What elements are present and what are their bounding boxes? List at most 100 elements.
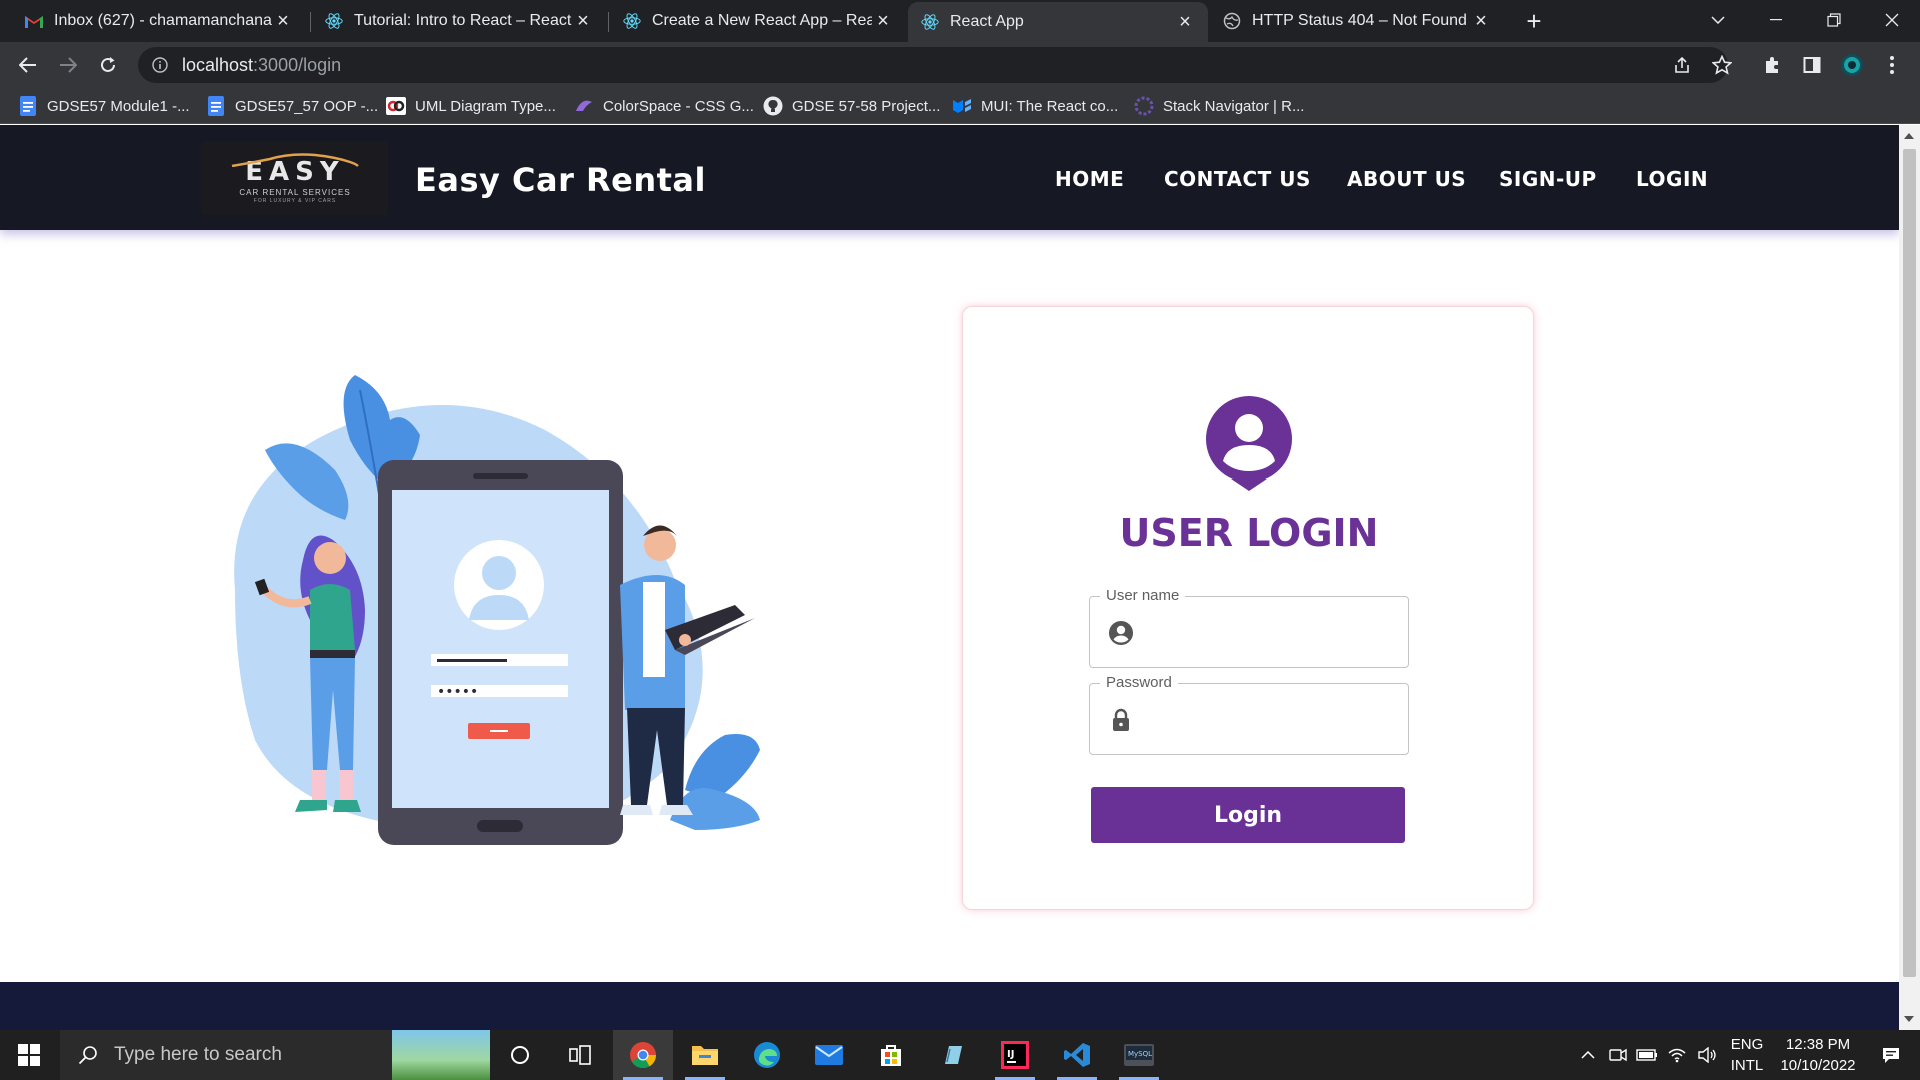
- taskbar-search-box[interactable]: Type here to search: [60, 1030, 490, 1080]
- gmail-icon: [24, 11, 44, 31]
- close-window-button[interactable]: [1864, 0, 1920, 40]
- bookmark-gdse57-module1[interactable]: GDSE57 Module1 -...: [18, 94, 190, 118]
- extensions-icon[interactable]: [1756, 49, 1788, 81]
- close-tab-icon[interactable]: ×: [1174, 11, 1196, 33]
- vp-icon: [386, 96, 406, 116]
- bookmark-gdse57-oop[interactable]: GDSE57_57 OOP -...: [206, 94, 378, 118]
- clock[interactable]: 12:38 PM 10/10/2022: [1770, 1034, 1866, 1076]
- search-icon: [78, 1045, 98, 1065]
- username-input[interactable]: [1148, 611, 1398, 655]
- meet-now-icon[interactable]: [1605, 1030, 1631, 1080]
- close-tab-icon[interactable]: ×: [872, 10, 894, 32]
- mysql-workbench-icon[interactable]: MySQL: [1109, 1030, 1169, 1080]
- mail-icon[interactable]: [799, 1030, 859, 1080]
- windows-start-button[interactable]: [0, 1030, 58, 1080]
- reload-button[interactable]: [92, 49, 124, 81]
- tab-react-tutorial[interactable]: Tutorial: Intro to React – React ×: [314, 0, 604, 42]
- page-scrollbar[interactable]: [1899, 125, 1920, 1030]
- intellij-idea-icon[interactable]: IJ: [985, 1030, 1045, 1080]
- battery-icon[interactable]: [1634, 1030, 1660, 1080]
- close-tab-icon[interactable]: ×: [1470, 10, 1492, 32]
- car-silhouette-icon: [231, 153, 359, 167]
- back-button[interactable]: [12, 49, 44, 81]
- tab-search-icon[interactable]: [1690, 0, 1746, 40]
- chrome-taskbar-icon[interactable]: [613, 1030, 673, 1080]
- url-path: :3000/login: [253, 54, 342, 75]
- bookmark-star-icon[interactable]: [1706, 49, 1738, 81]
- scrollbar-thumb[interactable]: [1903, 149, 1916, 977]
- show-hidden-icons-chevron[interactable]: [1576, 1030, 1600, 1080]
- restore-button[interactable]: [1806, 0, 1862, 40]
- menu-kebab-icon[interactable]: [1876, 49, 1908, 81]
- svg-text:IJ: IJ: [1007, 1049, 1014, 1060]
- scroll-down-arrow-icon[interactable]: [1904, 1016, 1914, 1022]
- microsoft-store-icon[interactable]: [861, 1030, 921, 1080]
- browser-toolbar: localhost:3000/login: [0, 42, 1920, 88]
- bookmark-gdse-project[interactable]: GDSE 57-58 Project...: [763, 94, 940, 118]
- nav-home[interactable]: HOME: [1055, 167, 1124, 191]
- wifi-icon[interactable]: [1664, 1030, 1690, 1080]
- nav-sign-up[interactable]: SIGN-UP: [1499, 167, 1597, 191]
- docs-icon: [206, 96, 226, 116]
- bookmark-uml-diagram[interactable]: UML Diagram Type...: [386, 94, 556, 118]
- tab-http-404[interactable]: HTTP Status 404 – Not Found ×: [1212, 0, 1502, 42]
- bookmark-stack-navigator[interactable]: Stack Navigator | R...: [1134, 94, 1304, 118]
- tab-title: Create a New React App – React: [652, 12, 872, 29]
- tab-title: React App: [950, 13, 1024, 30]
- file-explorer-icon[interactable]: [675, 1030, 735, 1080]
- tab-react-app[interactable]: React App ×: [908, 2, 1208, 42]
- windows-taskbar: Type here to search IJ MySQL ENG INTL 12…: [0, 1030, 1920, 1080]
- close-tab-icon[interactable]: ×: [272, 10, 294, 32]
- nav-login[interactable]: LOGIN: [1636, 167, 1708, 191]
- docs-icon: [18, 96, 38, 116]
- profile-avatar[interactable]: [1836, 49, 1868, 81]
- volume-icon[interactable]: [1694, 1030, 1720, 1080]
- logo-subtitle: CAR RENTAL SERVICES: [239, 187, 351, 197]
- password-input[interactable]: [1148, 698, 1398, 742]
- react-icon: [622, 11, 642, 31]
- tab-create-react-app[interactable]: Create a New React App – React ×: [612, 0, 904, 42]
- login-button[interactable]: Login: [1091, 787, 1405, 843]
- site-logo[interactable]: EASY CAR RENTAL SERVICES FOR LUXURY & VI…: [202, 141, 388, 215]
- info-icon[interactable]: [152, 57, 168, 73]
- bookmark-label: MUI: The React co...: [981, 97, 1119, 115]
- react-navigation-icon: [1134, 96, 1154, 116]
- bookmark-label: GDSE57_57 OOP -...: [235, 97, 379, 115]
- password-field[interactable]: Password: [1089, 674, 1409, 755]
- clock-time: 12:38 PM: [1785, 1036, 1851, 1053]
- new-tab-button[interactable]: +: [1519, 6, 1549, 36]
- bookmark-label: GDSE 57-58 Project...: [792, 97, 941, 115]
- nav-contact-us[interactable]: CONTACT US: [1164, 167, 1311, 191]
- close-tab-icon[interactable]: ×: [572, 10, 594, 32]
- user-pin-icon: [1206, 396, 1292, 491]
- minimize-button[interactable]: [1748, 0, 1804, 40]
- task-view-icon[interactable]: [550, 1030, 610, 1080]
- bookmark-mui[interactable]: MUI: The React co...: [952, 94, 1118, 118]
- language-code: ENG: [1730, 1036, 1764, 1053]
- password-label: Password: [1100, 674, 1178, 691]
- address-bar[interactable]: localhost:3000/login: [138, 47, 1728, 83]
- side-panel-icon[interactable]: [1796, 49, 1828, 81]
- forward-button[interactable]: [52, 49, 84, 81]
- clock-date: 10/10/2022: [1780, 1057, 1856, 1074]
- bookmark-colorspace[interactable]: ColorSpace - CSS G...: [574, 94, 754, 118]
- vscode-icon[interactable]: [1047, 1030, 1107, 1080]
- site-brand-name: Easy Car Rental: [415, 161, 706, 199]
- tab-separator: [608, 12, 609, 32]
- edge-icon[interactable]: [737, 1030, 797, 1080]
- notifications-icon[interactable]: [1866, 1030, 1916, 1080]
- site-header: EASY CAR RENTAL SERVICES FOR LUXURY & VI…: [0, 125, 1899, 230]
- page-viewport: EASY CAR RENTAL SERVICES FOR LUXURY & VI…: [0, 125, 1899, 1030]
- tab-gmail[interactable]: Inbox (627) - chamamanchanayake ×: [14, 0, 304, 42]
- react-icon: [324, 11, 344, 31]
- browser-tab-strip: Inbox (627) - chamamanchanayake × Tutori…: [0, 0, 1920, 42]
- nav-about-us[interactable]: ABOUT US: [1347, 167, 1466, 191]
- input-language-indicator[interactable]: ENG INTL: [1724, 1034, 1770, 1076]
- scroll-up-arrow-icon[interactable]: [1904, 133, 1914, 139]
- notepad-icon[interactable]: [923, 1030, 983, 1080]
- share-icon[interactable]: [1666, 49, 1698, 81]
- username-field[interactable]: User name: [1089, 587, 1409, 668]
- cortana-icon[interactable]: [490, 1030, 550, 1080]
- svg-text:MySQL: MySQL: [1128, 1050, 1152, 1058]
- site-footer: [0, 982, 1899, 1030]
